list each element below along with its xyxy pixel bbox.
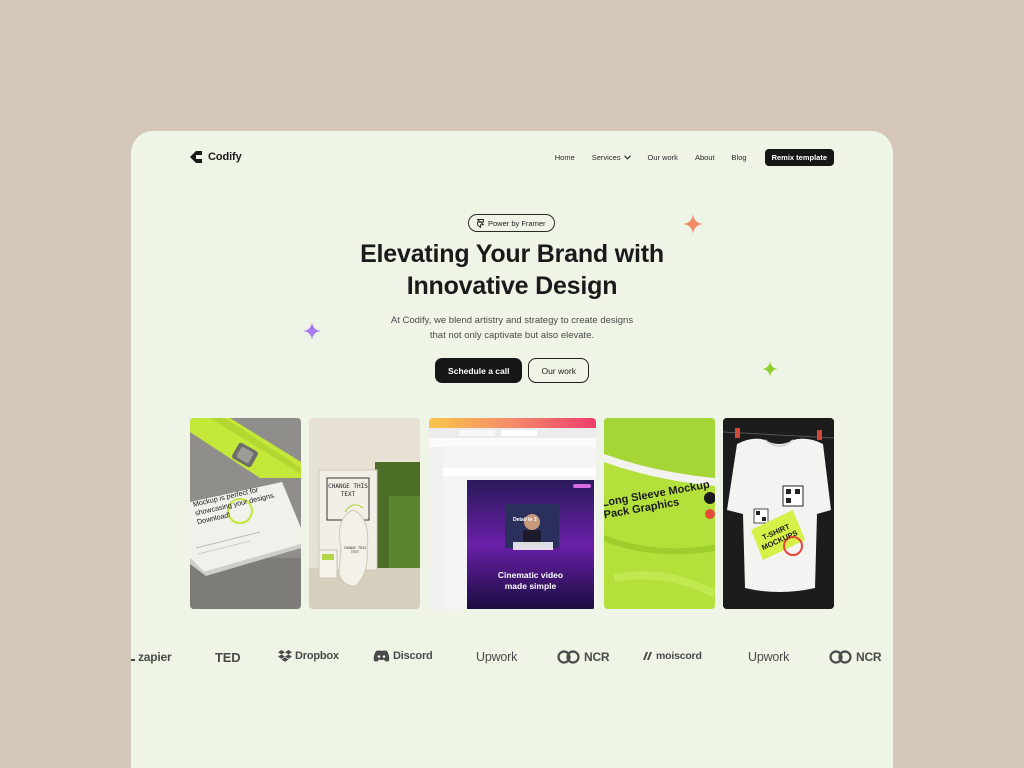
nav-links: Home Services Our work About Blog Remix … [555,148,834,166]
top-nav: Codify Home Services Our work About Blog… [190,148,834,166]
logo-ncr-2: NCR [829,650,882,664]
framer-icon [477,218,484,228]
hero-title: Elevating Your Brand with Innovative Des… [131,238,893,302]
logo-text: Codify [208,151,242,163]
gallery-card-tshirt[interactable]: T-SHIRT MOCKUPS [723,418,834,609]
gallery-card-browser[interactable]: Detail in 3 Cinematic video made simple [429,418,596,609]
hero-title-line-2: Innovative Design [406,272,618,300]
card3-headline-line-1: Cinematic video [497,570,564,580]
schedule-call-button[interactable]: Schedule a call [435,358,523,383]
card3-headline: Cinematic video made simple [467,570,594,591]
ncr-icon [829,650,852,664]
logo[interactable]: Codify [190,151,242,163]
gallery-card-sleeve[interactable]: Long Sleeve Mockup Pack Graphics [604,418,715,609]
nav-blog[interactable]: Blog [732,153,747,162]
hero-subtitle-line-1: At Codify, we blend artistry and strateg… [390,315,634,326]
ncr-icon [557,650,580,664]
site-frame: Codify Home Services Our work About Blog… [131,131,893,768]
gallery-card-bag[interactable]: CHANGE THIS TEXT CHANGE THIS TEXT [309,418,420,609]
logo-zapier-text: zapier [138,650,172,664]
our-work-button[interactable]: Our work [528,358,589,383]
logo-discord: Discord [373,650,433,662]
sparkle-orange-icon [683,214,703,234]
logo-upwork: Upwork [476,650,518,664]
card3-headline-line-2: made simple [504,580,557,591]
nav-our-work[interactable]: Our work [648,153,678,162]
logo-ncr-2-text: NCR [856,650,882,664]
logo-ncr-text: NCR [584,650,610,664]
remix-template-button[interactable]: Remix template [764,148,834,166]
card3-overlay-text: Detail in 3 [513,517,537,523]
gallery-card-business-card[interactable]: Mockup is perfect for showcasing your de… [190,418,301,609]
dropbox-icon [278,650,292,662]
sparkle-purple-icon [303,322,321,340]
nav-home[interactable]: Home [555,153,575,162]
nav-services-label: Services [591,152,621,162]
logo-dropbox-text: Dropbox [295,650,339,662]
moiscord-icon [643,652,652,660]
logo-discord-text: Discord [393,650,433,662]
nav-services[interactable]: Services [592,153,631,162]
badge-label: Power by Framer [488,218,546,228]
logo-dropbox: Dropbox [278,650,339,662]
card2-frame-text: CHANGE THIS TEXT [328,483,368,498]
hero-subtitle: At Codify, we blend artistry and strateg… [131,313,893,343]
nav-about[interactable]: About [695,153,715,162]
zapier-underscore-icon [131,659,135,661]
logo-moiscord: moiscord [643,650,702,662]
hero-subtitle-line-2: that not only captivate but also elevate… [429,330,595,341]
card2-bag-text: CHANGE THIS TEXT [343,546,367,554]
codify-logo-icon [190,151,202,163]
framer-badge[interactable]: Power by Framer [468,214,555,232]
logo-upwork-2: Upwork [748,650,790,664]
logo-ncr: NCR [557,650,610,664]
logo-moiscord-text: moiscord [656,650,702,662]
sparkle-green-icon [762,361,778,377]
logo-zapier: zapier [131,650,172,664]
bag-mockup-image [309,418,420,609]
logo-ted: TED [215,650,241,665]
chevron-down-icon [623,154,631,160]
client-logos: zapier TED Dropbox Discord Upwork NCR mo… [131,650,893,668]
tshirt-mockup-image [723,418,834,609]
hero-title-line-1: Elevating Your Brand with [360,240,664,268]
discord-icon [373,650,390,662]
hero-ctas: Schedule a call Our work [131,358,893,383]
